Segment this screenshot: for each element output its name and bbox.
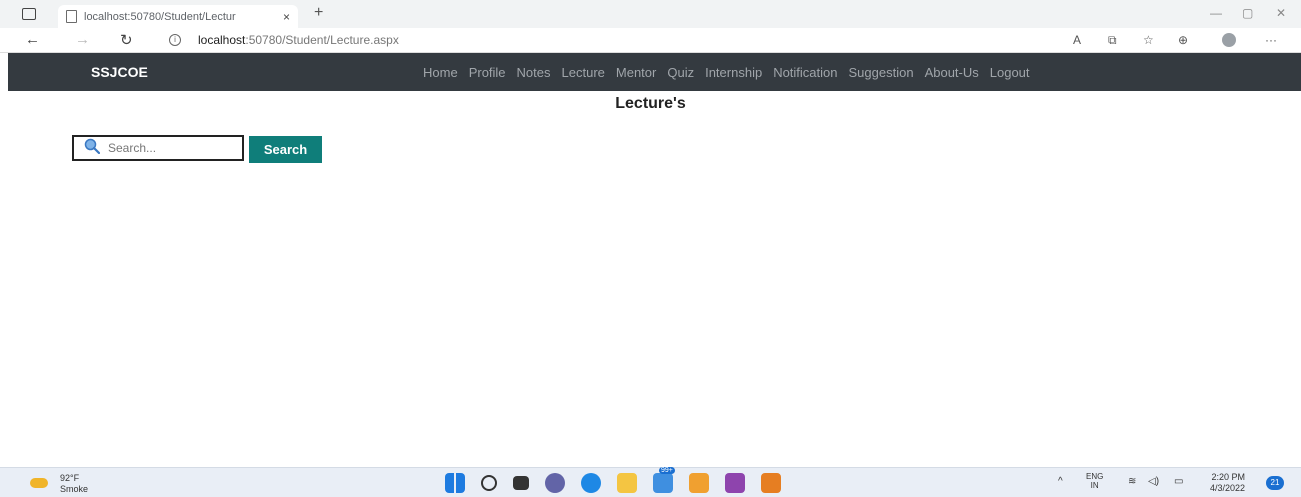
tab-groups-icon[interactable]: ⧉ — [1108, 33, 1117, 48]
brand-logo[interactable]: SSJCOE — [91, 64, 148, 80]
weather-widget[interactable]: 92°F Smoke — [60, 473, 88, 495]
search-input[interactable] — [108, 139, 238, 157]
tab-strip: localhost:50780/Student/Lectur × + — ▢ ✕ — [0, 0, 1301, 28]
nav-internship[interactable]: Internship — [705, 65, 762, 80]
nav-about-us[interactable]: About-Us — [925, 65, 979, 80]
profile-avatar-icon[interactable] — [1222, 33, 1236, 47]
browser-window: localhost:50780/Student/Lectur × + — ▢ ✕… — [0, 0, 1301, 497]
refresh-icon[interactable]: ↻ — [120, 31, 133, 49]
edge-icon[interactable] — [581, 473, 601, 493]
read-aloud-icon[interactable]: A — [1073, 33, 1081, 47]
nav-logout[interactable]: Logout — [990, 65, 1030, 80]
weather-temp: 92°F — [60, 473, 80, 483]
new-tab-button[interactable]: + — [314, 4, 323, 22]
tray-chevron-icon[interactable]: ^ — [1058, 476, 1063, 487]
page-title: Lecture's — [615, 95, 686, 112]
nav-quiz[interactable]: Quiz — [667, 65, 694, 80]
search-icon — [84, 138, 100, 154]
taskbar: 92°F Smoke 99+ ^ ENG IN ≋ ◁) ▭ 2:20 PM 4/… — [0, 467, 1301, 497]
nav-mentor[interactable]: Mentor — [616, 65, 656, 80]
page-icon — [66, 10, 77, 23]
badge-count: 99+ — [659, 467, 675, 474]
people-icon[interactable] — [689, 473, 709, 493]
taskbar-apps: 99+ — [445, 467, 781, 493]
nav-links: Home Profile Notes Lecture Mentor Quiz I… — [423, 65, 1030, 80]
address-bar: ← → ↻ i localhost:50780/Student/Lecture.… — [0, 28, 1301, 53]
site-info-icon[interactable]: i — [169, 34, 181, 46]
nav-suggestion[interactable]: Suggestion — [849, 65, 914, 80]
more-options-icon[interactable]: ··· — [1265, 33, 1277, 47]
collections-icon[interactable]: ⊕ — [1178, 33, 1188, 47]
battery-icon[interactable]: ▭ — [1174, 476, 1183, 487]
lang-top: ENG — [1086, 472, 1104, 481]
wifi-icon[interactable]: ≋ — [1128, 476, 1136, 487]
close-tab-icon[interactable]: × — [283, 10, 290, 24]
lang-bottom: IN — [1090, 481, 1099, 490]
search-button[interactable]: Search — [249, 136, 322, 163]
clock-time: 2:20 PM — [1211, 472, 1246, 482]
nav-profile[interactable]: Profile — [469, 65, 506, 80]
weather-desc: Smoke — [60, 484, 89, 494]
site-navbar: SSJCOE Home Profile Notes Lecture Mentor… — [8, 53, 1301, 91]
browser-tab[interactable]: localhost:50780/Student/Lectur × — [58, 5, 298, 28]
maximize-icon[interactable]: ▢ — [1242, 6, 1253, 20]
weather-sun-icon[interactable] — [30, 478, 48, 488]
minimize-icon[interactable]: — — [1210, 6, 1222, 20]
url-path: :50780/Student/Lecture.aspx — [245, 33, 399, 47]
start-icon[interactable] — [445, 473, 465, 493]
chat-icon[interactable] — [545, 473, 565, 493]
visual-studio-icon[interactable] — [725, 473, 745, 493]
volume-icon[interactable]: ◁) — [1148, 476, 1159, 487]
forward-icon[interactable]: → — [75, 31, 90, 48]
clock[interactable]: 2:20 PM 4/3/2022 — [1210, 472, 1245, 494]
url-host: localhost — [198, 33, 246, 47]
url-field[interactable]: localhost:50780/Student/Lecture.aspx — [198, 33, 399, 47]
nav-home[interactable]: Home — [423, 65, 458, 80]
tab-actions-icon[interactable] — [22, 8, 36, 20]
file-explorer-icon[interactable] — [617, 473, 637, 493]
search-box[interactable] — [72, 135, 244, 161]
nav-notes[interactable]: Notes — [517, 65, 551, 80]
store-icon[interactable]: 99+ — [653, 467, 675, 493]
back-icon[interactable]: ← — [25, 31, 40, 48]
favorites-star-icon[interactable]: ☆ — [1143, 33, 1154, 47]
language-indicator[interactable]: ENG IN — [1086, 472, 1103, 490]
close-window-icon[interactable]: ✕ — [1276, 6, 1286, 20]
nav-lecture[interactable]: Lecture — [562, 65, 605, 80]
search-taskbar-icon[interactable] — [481, 475, 497, 491]
notification-badge[interactable]: 21 — [1266, 476, 1284, 490]
network-app-icon[interactable] — [761, 473, 781, 493]
task-view-icon[interactable] — [513, 476, 529, 490]
tab-title: localhost:50780/Student/Lectur — [84, 10, 236, 23]
clock-date: 4/3/2022 — [1210, 483, 1246, 493]
nav-notification[interactable]: Notification — [773, 65, 837, 80]
